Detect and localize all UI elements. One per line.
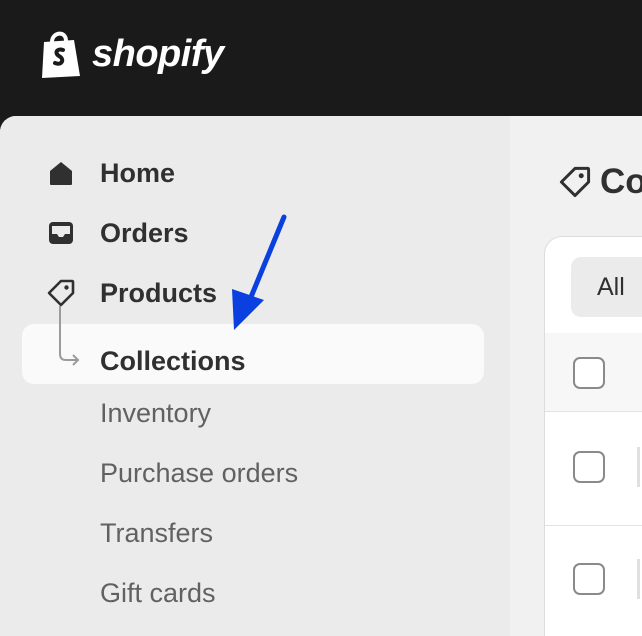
sidebar-item-label: Orders: [100, 218, 189, 248]
collection-thumbnail: [637, 447, 640, 487]
sidebar-item-collections[interactable]: Collections: [0, 306, 510, 384]
sidebar-item-inventory[interactable]: Inventory: [0, 390, 510, 434]
page-header: Co: [558, 162, 642, 202]
row-checkbox[interactable]: [573, 563, 605, 595]
tag-icon: [559, 166, 591, 198]
home-icon: [50, 162, 72, 185]
tab-all[interactable]: All: [571, 257, 642, 317]
shopping-bag-icon: [42, 31, 80, 78]
sidebar-item-label: Collections: [100, 346, 246, 376]
brand-name: shopify: [92, 33, 224, 75]
select-all-checkbox[interactable]: [573, 357, 605, 389]
tab-label: All: [597, 273, 625, 301]
sidebar-item-gift-cards[interactable]: Gift cards: [0, 570, 510, 614]
sidebar-item-label: Home: [100, 158, 176, 188]
main-content: Co All: [510, 116, 642, 636]
row-checkbox[interactable]: [573, 451, 605, 483]
active-item-highlight: [22, 324, 484, 384]
subnav-connector-icon: [59, 306, 80, 366]
sidebar-item-label: Inventory: [100, 398, 212, 428]
sidebar-item-transfers[interactable]: Transfers: [0, 510, 510, 554]
table-header-row: [545, 333, 642, 411]
sidebar-item-label: Gift cards: [100, 578, 216, 608]
divider: [545, 525, 642, 526]
page-title: Co: [600, 162, 642, 201]
sidebar-item-label: Products: [100, 278, 218, 308]
collections-table-card: All: [544, 236, 642, 636]
divider: [545, 411, 642, 412]
sidebar-item-label: Transfers: [100, 518, 214, 548]
tag-icon: [47, 279, 75, 307]
sidebar-item-label: Purchase orders: [100, 458, 299, 488]
shopify-logo[interactable]: shopify: [38, 28, 224, 80]
sidebar-item-home[interactable]: Home: [0, 150, 510, 194]
collection-thumbnail: [637, 559, 640, 599]
admin-frame: Home Orders Products Collections Invento…: [0, 116, 642, 636]
sidebar: Home Orders Products Collections Invento…: [0, 116, 510, 636]
sidebar-item-orders[interactable]: Orders: [0, 210, 510, 254]
sidebar-item-purchase-orders[interactable]: Purchase orders: [0, 450, 510, 494]
inbox-icon: [49, 222, 73, 244]
top-bar: shopify: [0, 0, 642, 118]
